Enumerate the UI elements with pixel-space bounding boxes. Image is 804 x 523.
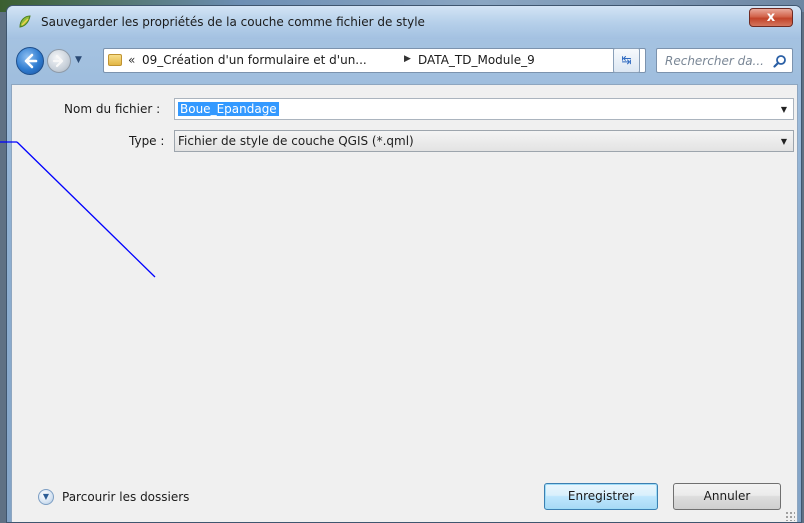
type-dropdown-icon[interactable]: ▼ (781, 137, 787, 146)
type-label: Type : (129, 134, 165, 148)
search-icon[interactable] (773, 54, 787, 68)
forward-button[interactable] (47, 49, 71, 73)
type-value: Fichier de style de couche QGIS (*.qml) (178, 134, 414, 148)
back-button[interactable] (16, 47, 44, 75)
filename-value: Boue_Epandage (178, 102, 279, 116)
dialog-content: Nom du fichier : Boue_Epandage ▼ Type : … (11, 84, 798, 522)
expand-chevron-icon[interactable]: ▼ (38, 489, 54, 505)
navigation-bar: ▼ « 09_Création d'un formulaire et d'un.… (7, 44, 801, 78)
breadcrumb-separator-icon[interactable]: ▶ (404, 54, 411, 64)
cancel-button[interactable]: Annuler (673, 483, 781, 510)
type-select[interactable]: Fichier de style de couche QGIS (*.qml) … (174, 130, 794, 152)
forward-arrow-icon (52, 54, 64, 68)
filename-dropdown-icon[interactable]: ▼ (781, 105, 787, 114)
close-button[interactable]: x (749, 8, 793, 27)
title-bar[interactable]: Sauvegarder les propriétés de la couche … (7, 6, 801, 39)
search-input[interactable]: Rechercher da... (665, 54, 764, 68)
browse-folders-link[interactable]: Parcourir les dossiers (62, 490, 189, 504)
window-title: Sauvegarder les propriétés de la couche … (41, 15, 425, 29)
address-bar[interactable]: « 09_Création d'un formulaire et d'un...… (103, 48, 646, 73)
folder-icon (108, 54, 122, 66)
qgis-logo-icon (19, 15, 31, 28)
breadcrumb-parent-folder[interactable]: 09_Création d'un formulaire et d'un... (142, 53, 367, 67)
filename-field[interactable]: Boue_Epandage ▼ (174, 98, 794, 120)
refresh-icon: ↹ (621, 53, 632, 67)
resize-grip[interactable] (785, 511, 795, 521)
filename-label: Nom du fichier : (64, 102, 161, 116)
search-box[interactable]: Rechercher da... (656, 48, 793, 73)
save-dialog: Sauvegarder les propriétés de la couche … (6, 5, 802, 523)
breadcrumb-current-folder[interactable]: DATA_TD_Module_9 (418, 53, 535, 67)
breadcrumb-overflow[interactable]: « (128, 53, 135, 67)
recent-pages-dropdown-icon[interactable]: ▼ (75, 55, 83, 65)
save-button[interactable]: Enregistrer (544, 483, 658, 510)
refresh-button[interactable]: ↹ (613, 48, 640, 73)
back-arrow-icon (24, 53, 38, 69)
